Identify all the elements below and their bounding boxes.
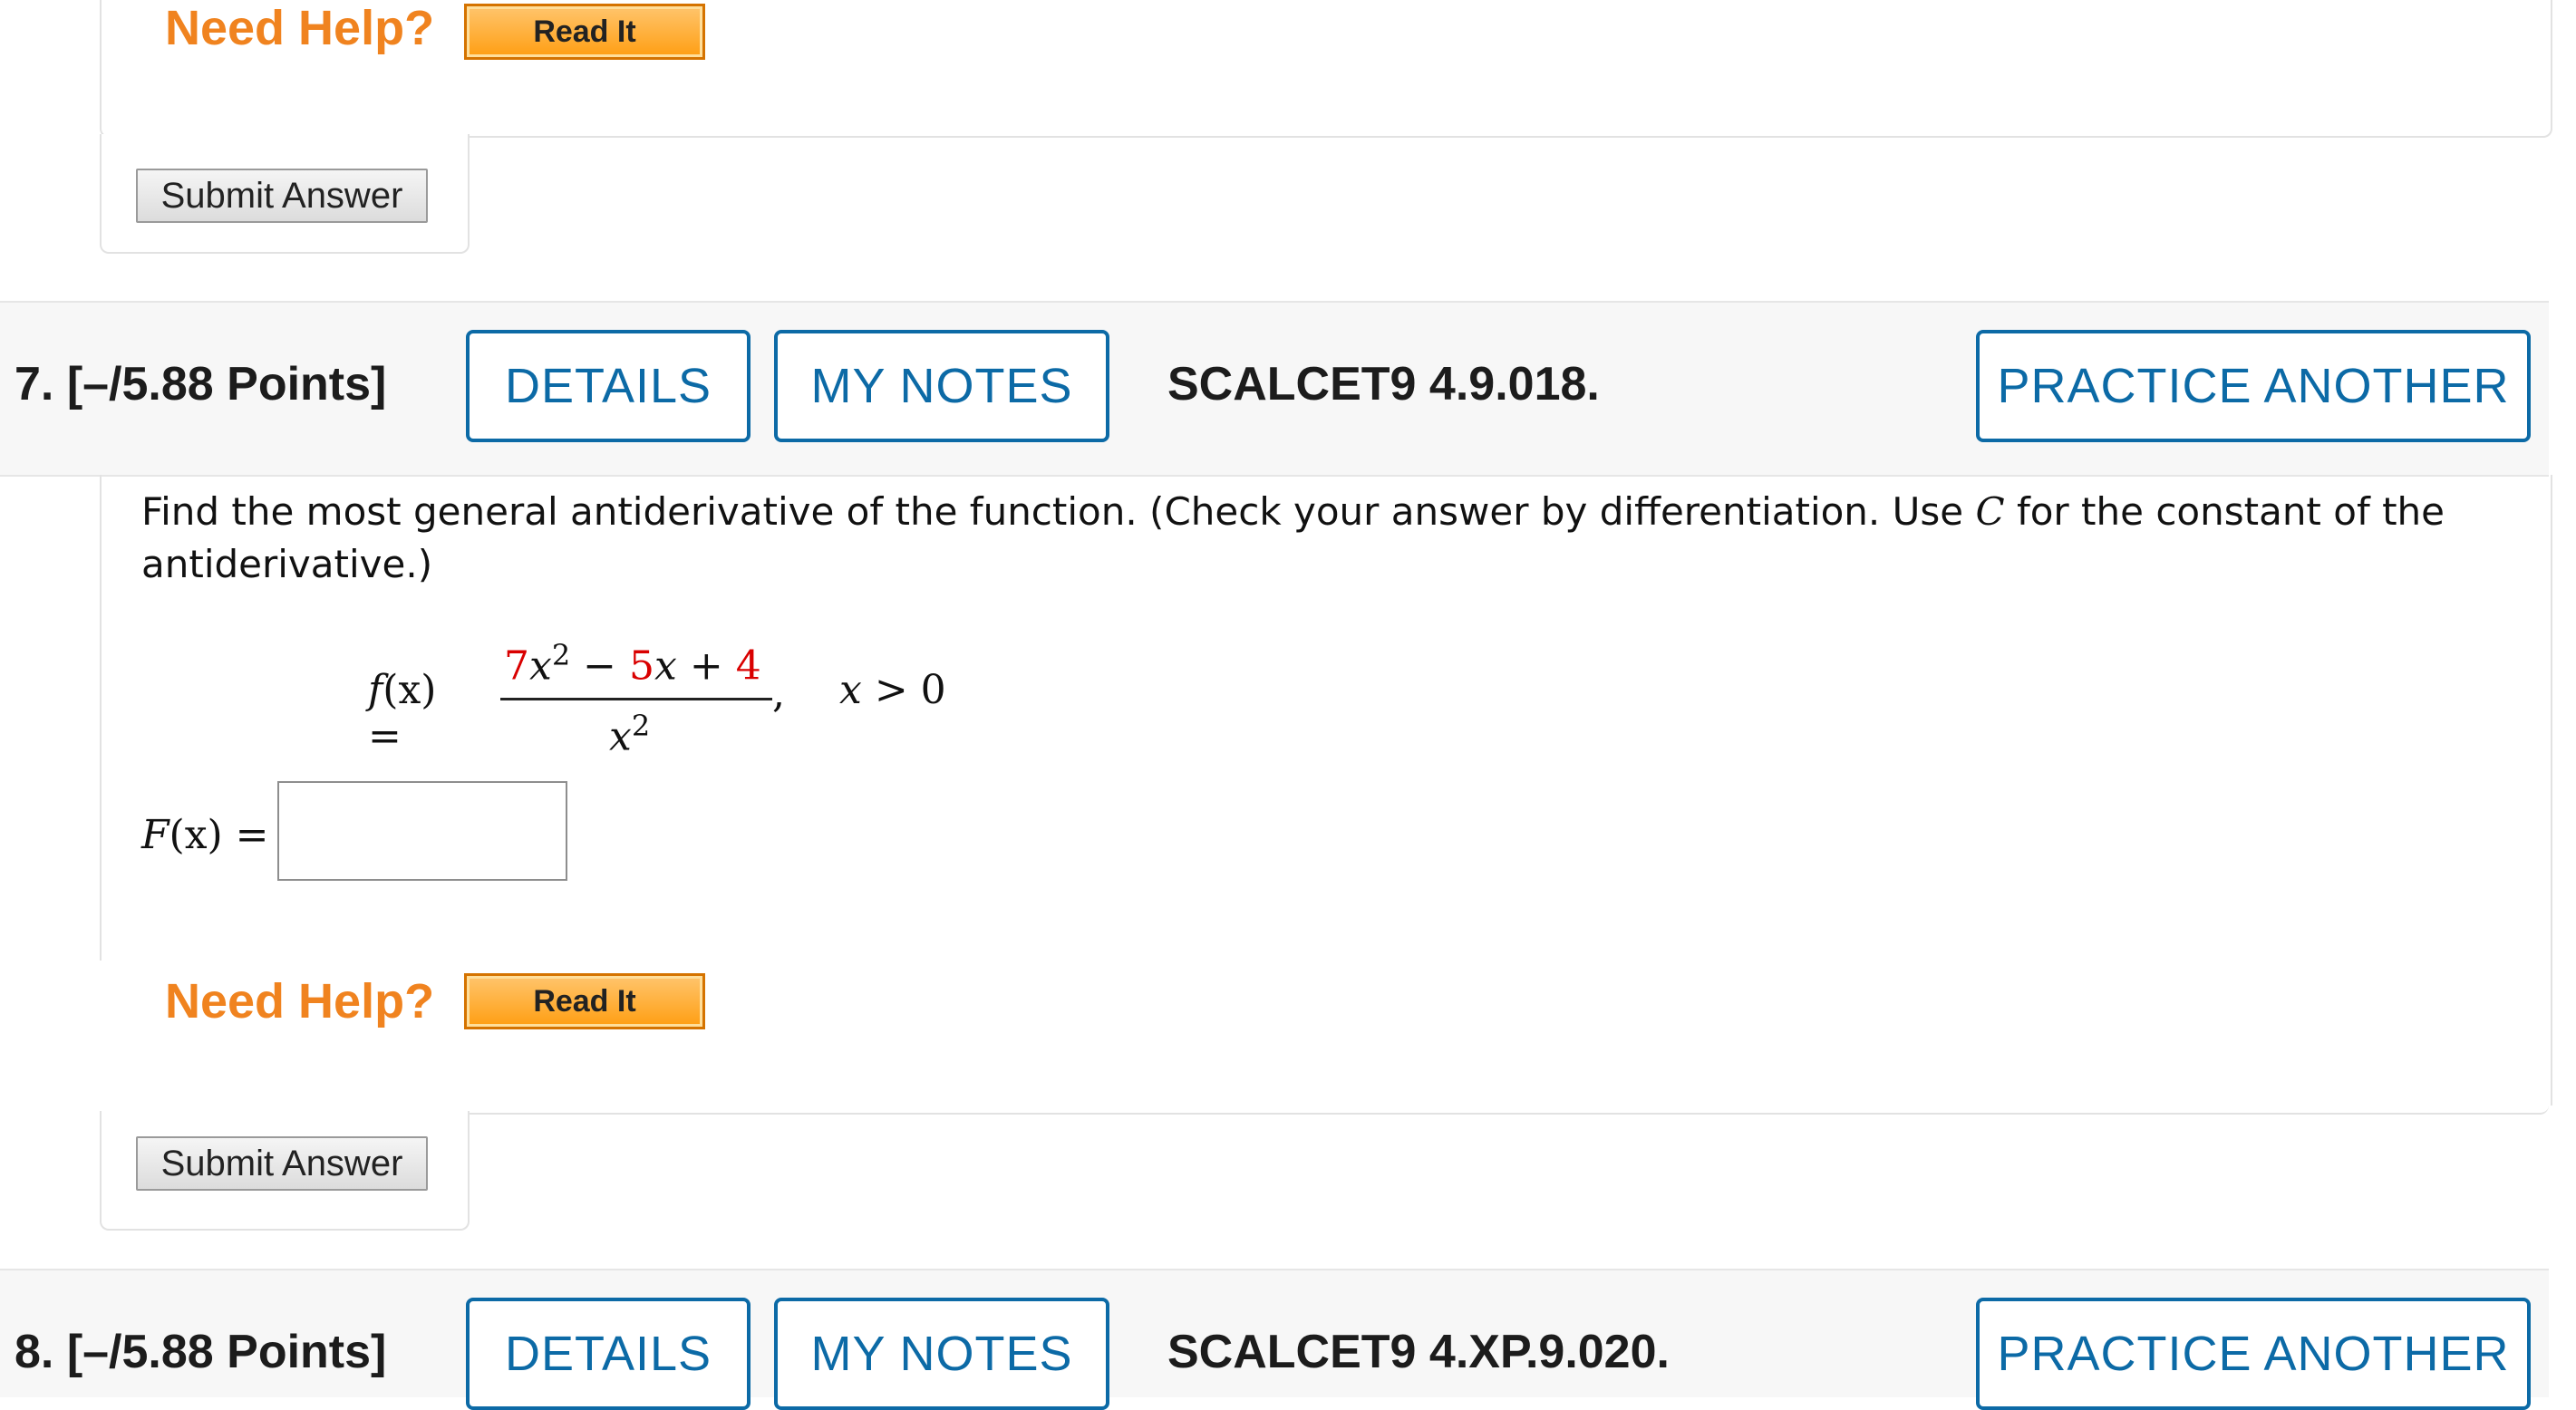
question-8-practice-another-button[interactable]: PRACTICE ANOTHER <box>1976 1298 2531 1410</box>
question-7-reference: SCALCET9 4.9.018. <box>1167 358 1600 410</box>
function-comma: , <box>772 671 785 717</box>
fraction-denominator: x2 <box>609 709 651 760</box>
antiderivative-answer-input[interactable] <box>277 781 567 881</box>
fraction-numerator: 7x2 − 5x + 4 <box>504 638 761 690</box>
function-lhs: f(x) = <box>368 667 437 759</box>
submit-answer-button[interactable]: Submit Answer <box>136 1136 428 1191</box>
need-help-label: Need Help? <box>165 974 435 1029</box>
read-it-button[interactable]: Read It <box>464 4 705 60</box>
question-8-details-button[interactable]: DETAILS <box>466 1298 751 1410</box>
function-domain-condition: x > 0 <box>839 667 946 713</box>
question-8-my-notes-button[interactable]: MY NOTES <box>774 1298 1109 1410</box>
question-7-details-button[interactable]: DETAILS <box>466 330 751 442</box>
read-it-button[interactable]: Read It <box>464 973 705 1029</box>
need-help-label: Need Help? <box>165 1 435 55</box>
antiderivative-label: F(x) = <box>141 812 269 858</box>
question-7-my-notes-button[interactable]: MY NOTES <box>774 330 1109 442</box>
question-8-points-label: 8. [–/5.88 Points] <box>15 1326 387 1378</box>
question-7-prompt: Find the most general antiderivative of … <box>141 489 2445 586</box>
question-7-practice-another-button[interactable]: PRACTICE ANOTHER <box>1976 330 2531 442</box>
fraction-bar <box>500 698 772 700</box>
question-8-reference: SCALCET9 4.XP.9.020. <box>1167 1326 1670 1378</box>
question-7-points-label: 7. [–/5.88 Points] <box>15 358 387 410</box>
submit-answer-button[interactable]: Submit Answer <box>136 169 428 223</box>
